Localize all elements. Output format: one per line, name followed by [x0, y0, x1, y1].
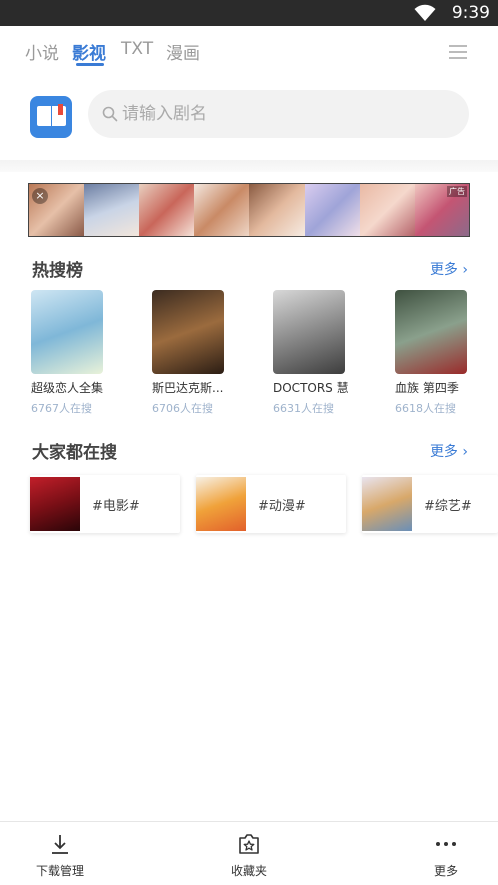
poster-image	[395, 290, 467, 374]
popular-search-more-link[interactable]: 更多 ›	[430, 441, 468, 461]
popular-search-header: 大家都在搜 更多 ›	[32, 438, 468, 463]
category-tabs: 小说 影视 TXT 漫画	[0, 26, 498, 78]
hot-item-count: 6631人在搜	[273, 402, 334, 415]
nav-more[interactable]: 更多	[396, 822, 496, 885]
tab-txt[interactable]: TXT	[121, 39, 153, 59]
nav-label: 下载管理	[35, 864, 84, 878]
search-icon	[102, 106, 118, 122]
banner-image-panel	[249, 184, 305, 236]
search-input[interactable]	[122, 90, 452, 138]
banner-image-panel	[139, 184, 194, 236]
nav-label: 收藏夹	[230, 864, 267, 878]
app-logo	[30, 96, 72, 138]
tab-video[interactable]: 影视	[72, 39, 106, 64]
status-time: 9:39	[451, 3, 490, 23]
wifi-icon	[414, 4, 436, 21]
hot-item-name: 超级恋人全集	[31, 381, 104, 395]
banner-image-panel	[194, 184, 249, 236]
hot-item[interactable]: 血族 第四季 6618人在搜	[395, 290, 495, 416]
hot-item[interactable]: DOCTORS 慧 6631人在搜	[273, 290, 373, 416]
category-card-label: #动漫#	[258, 499, 306, 514]
tab-comic[interactable]: 漫画	[166, 39, 200, 64]
poster-image	[31, 290, 103, 374]
nav-label: 更多	[433, 864, 458, 878]
tab-novel[interactable]: 小说	[25, 39, 59, 64]
category-card-movie[interactable]: #电影#	[30, 475, 180, 533]
category-card-variety[interactable]: #综艺#	[362, 475, 498, 533]
banner-image-panel	[360, 184, 415, 236]
more-dots-icon	[436, 842, 456, 846]
hot-item-name: DOCTORS 慧	[273, 381, 349, 395]
hot-item-count: 6706人在搜	[152, 402, 213, 415]
download-icon	[52, 835, 68, 854]
nav-download-manager[interactable]: 下载管理	[10, 822, 110, 885]
active-tab-indicator	[76, 63, 104, 66]
hot-item-count: 6767人在搜	[31, 402, 92, 415]
favorites-star-icon	[239, 834, 259, 854]
hot-search-title: 热搜榜	[32, 261, 83, 281]
ad-tag: 广告	[447, 186, 467, 197]
banner-ad[interactable]: × 广告	[28, 183, 470, 237]
category-thumb-image	[362, 477, 412, 531]
nav-favorites[interactable]: 收藏夹	[199, 822, 299, 885]
category-thumb-image	[196, 477, 246, 531]
bottom-navigation: 下载管理 收藏夹 更多	[0, 821, 498, 885]
category-card-label: #电影#	[92, 499, 140, 514]
hot-item-count: 6618人在搜	[395, 402, 456, 415]
category-card-label: #综艺#	[424, 499, 472, 514]
hot-item-name: 血族 第四季	[395, 381, 459, 395]
banner-image-panel	[305, 184, 360, 236]
hot-item[interactable]: 超级恋人全集 6767人在搜	[31, 290, 131, 416]
banner-image-panel	[84, 184, 139, 236]
poster-image	[273, 290, 345, 374]
hot-search-header: 热搜榜 更多 ›	[32, 256, 468, 281]
section-divider	[0, 160, 498, 172]
poster-image	[152, 290, 224, 374]
search-box[interactable]	[88, 90, 469, 138]
hot-item-name: 斯巴达克斯...	[152, 381, 224, 395]
banner-close-button[interactable]: ×	[32, 188, 48, 204]
category-card-anime[interactable]: #动漫#	[196, 475, 346, 533]
popular-search-title: 大家都在搜	[32, 443, 117, 463]
hot-search-more-link[interactable]: 更多 ›	[430, 259, 468, 279]
hot-item[interactable]: 斯巴达克斯... 6706人在搜	[152, 290, 252, 416]
category-thumb-image	[30, 477, 80, 531]
search-row	[0, 88, 498, 144]
hamburger-menu-icon[interactable]	[449, 45, 467, 59]
status-bar: 9:39	[0, 0, 498, 26]
